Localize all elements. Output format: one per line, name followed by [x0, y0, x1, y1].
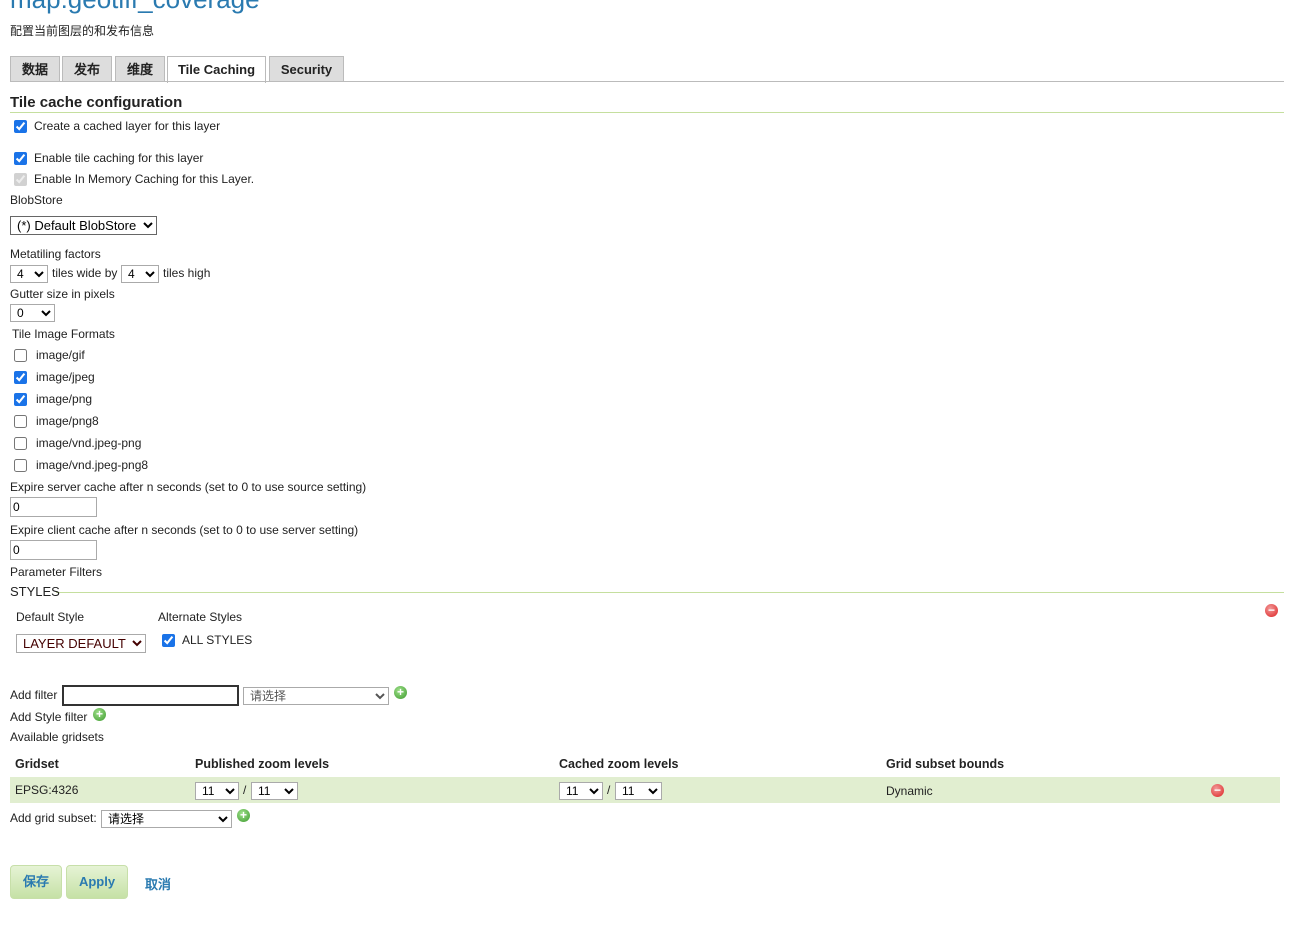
- tiles-high-label: tiles high: [163, 266, 211, 280]
- add-grid-subset-plus-icon[interactable]: +: [237, 809, 250, 822]
- add-filter-input[interactable]: [62, 685, 239, 706]
- header-cached-zoom: Cached zoom levels: [559, 757, 679, 771]
- gridset-name: EPSG:4326: [15, 783, 79, 797]
- metatiling-label: Metatiling factors: [10, 247, 101, 261]
- blobstore-select[interactable]: (*) Default BlobStore: [10, 216, 157, 235]
- blobstore-label: BlobStore: [10, 193, 63, 207]
- tab-data[interactable]: 数据: [10, 56, 60, 81]
- add-filter-label: Add filter: [10, 688, 58, 702]
- remove-styles-filter-icon[interactable]: −: [1265, 604, 1278, 617]
- format-checkbox[interactable]: [14, 393, 27, 406]
- header-grid-subset-bounds: Grid subset bounds: [886, 757, 1005, 771]
- parameter-filters-label: Parameter Filters: [10, 565, 103, 579]
- remove-gridset-icon[interactable]: −: [1211, 784, 1224, 797]
- enable-tile-caching-checkbox[interactable]: [14, 152, 27, 165]
- format-label: image/png8: [36, 414, 99, 428]
- expire-client-label: Expire client cache after n seconds (set…: [10, 523, 359, 537]
- alternate-styles-label: Alternate Styles: [158, 610, 243, 624]
- format-checkbox[interactable]: [14, 415, 27, 428]
- apply-button[interactable]: Apply: [66, 865, 128, 899]
- add-style-filter-plus-icon[interactable]: +: [93, 708, 106, 721]
- tab-security[interactable]: Security: [269, 56, 344, 81]
- format-label: image/vnd.jpeg-png: [36, 436, 142, 450]
- save-button[interactable]: 保存: [10, 865, 62, 899]
- metatiling-high-select[interactable]: 4: [121, 265, 159, 283]
- create-cached-label: Create a cached layer for this layer: [34, 119, 221, 133]
- zoom-separator: /: [243, 783, 247, 797]
- published-max-zoom-select[interactable]: 11: [251, 782, 298, 800]
- cancel-link[interactable]: 取消: [145, 874, 171, 893]
- gutter-select[interactable]: 0: [10, 304, 55, 322]
- expire-server-label: Expire server cache after n seconds (set…: [10, 480, 367, 494]
- add-grid-subset-select[interactable]: 请选择: [101, 810, 232, 828]
- default-style-label: Default Style: [16, 610, 85, 624]
- metatiling-wide-select[interactable]: 4: [10, 265, 48, 283]
- published-min-zoom-select[interactable]: 11: [195, 782, 239, 800]
- section-divider: [10, 112, 1284, 113]
- add-filter-plus-icon[interactable]: +: [394, 686, 407, 699]
- format-label: image/jpeg: [36, 370, 95, 384]
- tiles-wide-label: tiles wide by: [52, 266, 118, 280]
- tab-divider: [10, 81, 1284, 82]
- enable-memory-caching-checkbox[interactable]: [14, 173, 27, 186]
- expire-client-input[interactable]: [10, 540, 97, 560]
- add-style-filter-label: Add Style filter: [10, 710, 88, 724]
- format-checkbox[interactable]: [14, 371, 27, 384]
- enable-memory-caching-label: Enable In Memory Caching for this Layer.: [34, 172, 255, 186]
- gutter-label: Gutter size in pixels: [10, 287, 115, 301]
- enable-tile-caching-label: Enable tile caching for this layer: [34, 151, 204, 165]
- zoom-separator: /: [607, 783, 611, 797]
- cached-max-zoom-select[interactable]: 11: [615, 782, 662, 800]
- default-style-select[interactable]: LAYER DEFAULT: [16, 634, 146, 653]
- tab-tile-caching[interactable]: Tile Caching: [167, 56, 266, 83]
- format-label: image/vnd.jpeg-png8: [36, 458, 149, 472]
- header-published-zoom: Published zoom levels: [195, 757, 330, 771]
- available-gridsets-label: Available gridsets: [10, 730, 104, 744]
- tab-dimensions[interactable]: 维度: [115, 56, 165, 81]
- format-label: image/png: [36, 392, 93, 406]
- section-title: Tile cache configuration: [10, 94, 183, 111]
- create-cached-checkbox[interactable]: [14, 120, 27, 133]
- add-filter-type-select[interactable]: 请选择: [243, 687, 389, 705]
- format-checkbox[interactable]: [14, 349, 27, 362]
- tab-publish[interactable]: 发布: [62, 56, 112, 81]
- format-checkbox[interactable]: [14, 459, 27, 472]
- all-styles-checkbox[interactable]: [162, 634, 175, 647]
- format-label: image/gif: [36, 348, 85, 362]
- page-subtitle: 配置当前图层的和发布信息: [10, 24, 155, 38]
- page-title: map:geotiff_coverage: [10, 0, 260, 12]
- all-styles-label: ALL STYLES: [182, 633, 253, 647]
- cached-min-zoom-select[interactable]: 11: [559, 782, 603, 800]
- styles-divider: [56, 592, 1284, 593]
- grid-subset-bounds: Dynamic: [886, 784, 933, 798]
- expire-server-input[interactable]: [10, 497, 97, 517]
- formats-label: Tile Image Formats: [12, 327, 115, 341]
- styles-legend: STYLES: [10, 584, 60, 599]
- format-checkbox[interactable]: [14, 437, 27, 450]
- header-gridset: Gridset: [15, 757, 59, 771]
- add-grid-subset-label: Add grid subset:: [10, 811, 97, 825]
